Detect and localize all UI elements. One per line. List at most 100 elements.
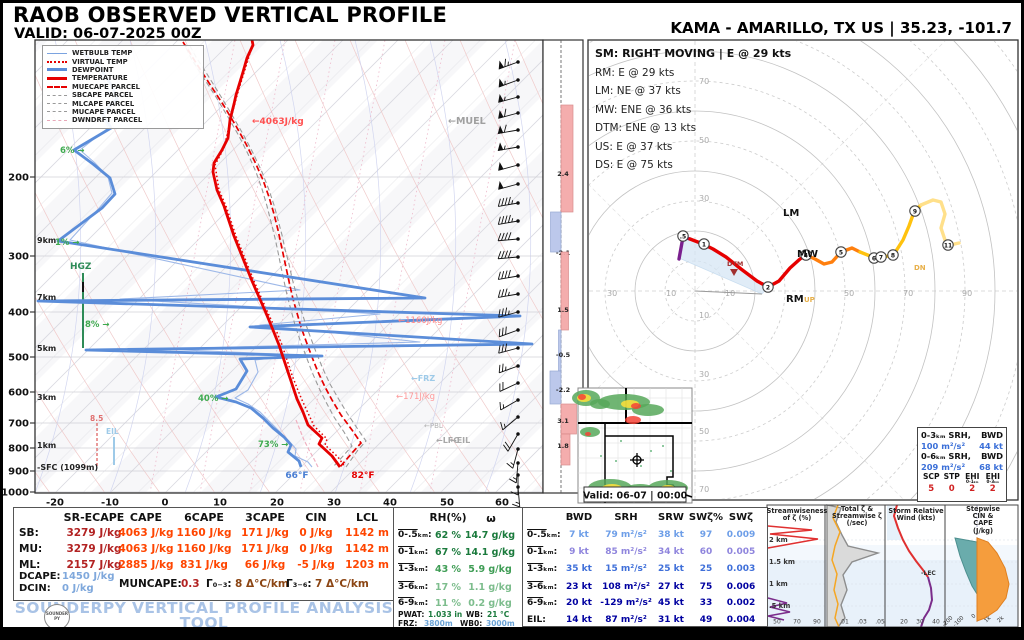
frz-label: ←FRZ — [411, 374, 435, 383]
thermo-header: SR-ECAPE — [64, 511, 125, 524]
rh-value: 62 % — [435, 530, 461, 541]
rh-row-label: 0-.5ₖₘ: — [398, 530, 432, 540]
rh-omega-table: RH(%)ω0-.5ₖₘ:62 %14.7 g/kg0-1ₖₘ:67 %14.1… — [393, 507, 525, 629]
dcape-value: 1450 J/kg — [62, 571, 115, 582]
legend-label: SBCAPE PARCEL — [72, 91, 133, 99]
radar-speckle — [620, 440, 622, 442]
pwat-value: 1.033 in — [428, 610, 462, 619]
pressure-tick-label: 1000 — [1, 488, 29, 499]
height-marker-label: 9 — [913, 208, 917, 215]
lm-label: LM — [783, 208, 799, 219]
shear-value: 0.003 — [727, 564, 755, 574]
srh-0-3-value: 100 m²/s² — [921, 441, 965, 452]
mucape-line-icon — [47, 111, 67, 112]
pressure-tick-label: 600 — [8, 388, 29, 399]
thermo-value: 1203 m — [345, 559, 389, 571]
panel-title-srw: Storm RelativeWind (kts) — [888, 508, 943, 522]
omega-value: 0.2 g/kg — [468, 598, 512, 609]
shear-value: 14 kt — [566, 615, 592, 625]
shear-row-label: 0-.5ₖₘ: — [527, 530, 561, 540]
radar-speckle — [640, 465, 642, 467]
shear-value: 27 kt — [658, 582, 684, 592]
panel-title-streamwiseness: Streamwisenessof ζ (%) — [767, 508, 828, 522]
shear-header: SRH — [614, 512, 637, 523]
omega-value: 14.1 g/kg — [465, 547, 515, 558]
radar-speckle — [670, 470, 672, 472]
dwndrft-line-icon — [47, 120, 67, 121]
height-label: 1km — [37, 441, 56, 450]
omega-value: 1.1 g/kg — [468, 582, 512, 593]
legend-item: MLCAPE PARCEL — [47, 99, 199, 107]
dcape-lapse-label: 8.5 — [90, 414, 103, 423]
wb0-value: 3000m — [486, 619, 515, 628]
rh-row-label: 0-1ₖₘ: — [398, 547, 428, 557]
bwd-0-3-label: BWD — [981, 430, 1003, 441]
height-label: 9km — [37, 236, 56, 245]
up-label: UP — [804, 296, 815, 304]
ring-label: 70 — [903, 289, 913, 298]
pressure-tick-label: 400 — [8, 308, 29, 319]
pressure-tick-label: 500 — [8, 353, 29, 364]
thermo-value: 3279 J/kg — [66, 543, 121, 555]
srh-summary-box: 0-3ₖₘ SRH,BWD 100 m²/s²44 kt 0-6ₖₘ SRH,B… — [917, 427, 1007, 502]
legend-item: WETBULB TEMP — [47, 49, 199, 57]
shear-value: 0.004 — [727, 615, 755, 625]
thermo-value: 66 J/kg — [245, 559, 286, 571]
cape-label: ←4063J/kg — [252, 117, 304, 127]
muncape-value: 0.3 — [181, 578, 200, 590]
lapse-0-3-value: 8 Δ°C/km — [235, 578, 289, 590]
inset-valid-label: Valid: 06-07 | 00:00 — [583, 491, 688, 502]
legend-label: WETBULB TEMP — [72, 49, 132, 57]
shear-value: 0.009 — [727, 530, 755, 540]
thermo-row-label: ML: — [19, 559, 40, 571]
rh-annotation: 73% → — [258, 440, 288, 450]
shear-value: 0.002 — [727, 598, 755, 608]
shear-value: 35 kt — [566, 564, 592, 574]
muncape-label: MUNCAPE: — [119, 578, 182, 590]
km-axis-label: 1.5 km — [769, 558, 795, 566]
panel2-xtick: .01 — [839, 619, 849, 626]
thermo-value: 171 J/kg — [241, 543, 289, 555]
dcin-label: DCIN: — [19, 583, 51, 594]
shear-header: SRW — [658, 512, 684, 523]
eil-arrow-label: ←EIL — [450, 436, 470, 445]
ring-label: 70 — [699, 485, 709, 494]
skewt-legend: WETBULB TEMP VIRTUAL TEMP DEWPOINT TEMPE… — [42, 45, 204, 129]
frz-value: 3800m — [424, 619, 453, 628]
storm-motion-readout: SM: RIGHT MOVING | E @ 29 kts RM: E @ 29… — [595, 45, 791, 175]
thermo-value: 2885 J/kg — [118, 559, 173, 571]
legend-item: MUCAPE PARCEL — [47, 108, 199, 116]
radar-speckle — [650, 450, 652, 452]
shear-row-label: 1-3ₖₘ: — [527, 564, 557, 574]
rh-header: RH(%) — [430, 512, 467, 524]
surface-temp-label: 82°F — [351, 471, 374, 481]
shear-header: SWζ — [729, 512, 753, 523]
thermo-value: 831 J/kg — [180, 559, 228, 571]
sm-line: SM: RIGHT MOVING | E @ 29 kts — [595, 45, 791, 64]
shear-value: 34 kt — [658, 547, 684, 557]
dcape-label: DCAPE: — [19, 571, 61, 582]
shear-value: 87 m²/s² — [605, 615, 647, 625]
shear-row-label: 6-9ₖₘ: — [527, 598, 557, 608]
legend-item: VIRTUAL TEMP — [47, 57, 199, 65]
dcin-value: 0 J/kg — [62, 583, 94, 594]
shear-value: 0.005 — [727, 547, 755, 557]
ring-label: 30 — [699, 194, 709, 203]
shear-table: BWDSRHSRWSWζ%SWζ0-.5ₖₘ:7 kt79 m²/s²38 kt… — [522, 507, 768, 627]
legend-label: MLCAPE PARCEL — [72, 100, 134, 108]
legend-item: TEMPERATURE — [47, 74, 199, 82]
height-label: 7km — [37, 293, 56, 302]
shear-header: BWD — [566, 512, 592, 523]
moist-adiabat-line — [0, 40, 6, 493]
radar-echo — [580, 427, 600, 437]
composite-indices: SCP5 STP0 EHI0-1ₖₘ2 EHI0-3ₖₘ2 — [921, 473, 1003, 494]
panel-title-total-vorticity: Total ζ &Streamwise ζ(/sec) — [832, 506, 882, 528]
footer: SOUNDERPY VERTICAL PROFILE ANALYSIS TOOL… — [13, 601, 395, 640]
lapse-0-3-label: Γ₀₋₃: — [206, 578, 232, 590]
panel3-xtick: 20 — [900, 619, 908, 626]
height-marker-label: 11 — [944, 242, 952, 249]
pressure-tick-label: 800 — [8, 444, 29, 455]
advection-value: -2.2 — [556, 386, 570, 394]
panel3-xtick: 30 — [916, 619, 924, 626]
footer-app-name: SOUNDERPY VERTICAL PROFILE ANALYSIS TOOL — [13, 601, 395, 631]
